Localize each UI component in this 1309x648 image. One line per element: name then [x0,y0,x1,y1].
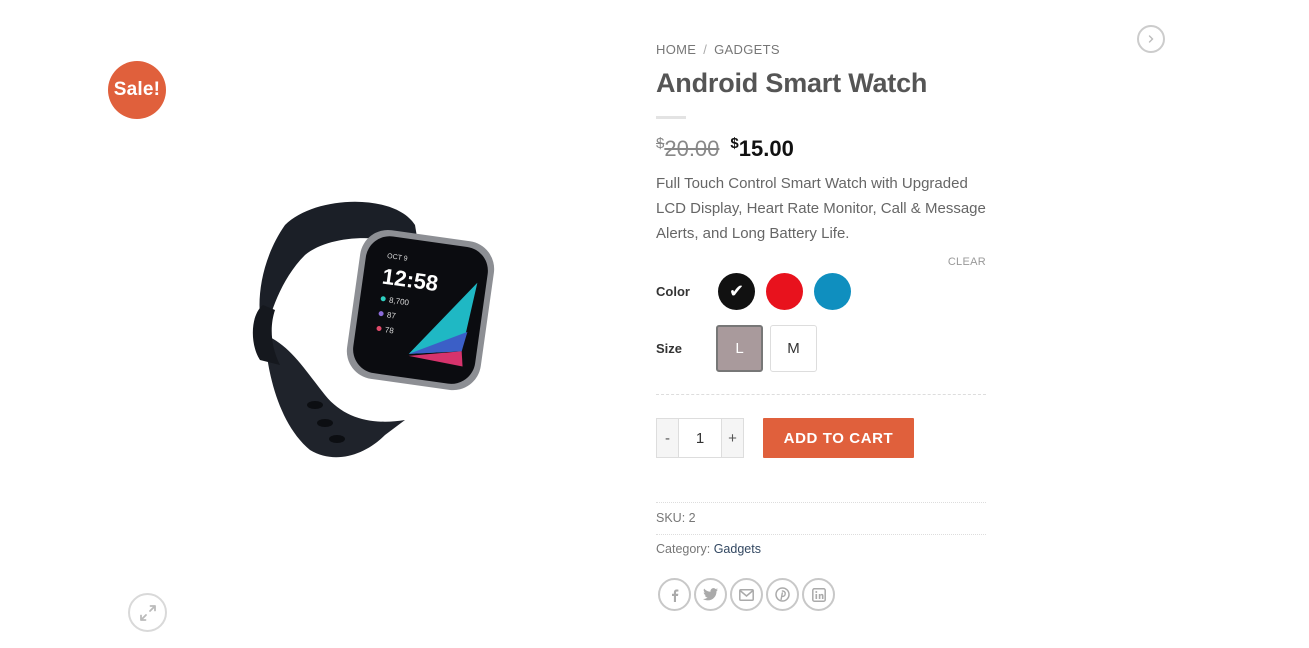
color-swatch-black[interactable]: ✔ [718,273,755,310]
size-option-m[interactable]: M [770,325,817,372]
price: $20.00 $15.00 [656,134,986,168]
category-link[interactable]: Gadgets [714,542,761,556]
share-twitter-button[interactable] [694,578,727,611]
meta-divider [656,534,986,535]
product-image[interactable]: OCT 9 12:58 8,700 87 78 [245,195,505,465]
quantity-stepper: - + [656,418,744,458]
share-email-button[interactable] [730,578,763,611]
watch-heart: 78 [384,325,395,335]
currency-symbol: $ [730,135,739,152]
category-label: Category: [656,542,711,556]
meta-divider [656,502,986,503]
sku: SKU: 2 [656,511,696,525]
linkedin-icon [811,587,826,602]
expand-icon [139,604,156,621]
share-pinterest-button[interactable] [766,578,799,611]
color-swatch-blue[interactable] [814,273,851,310]
color-swatch-red[interactable] [766,273,803,310]
size-option-l[interactable]: L [716,325,763,372]
title-divider [656,116,686,119]
product-title: Android Smart Watch [656,68,928,98]
twitter-icon [703,588,718,601]
facebook-icon [671,589,678,602]
regular-price: $20.00 [656,134,719,164]
product-summary: HOME / GADGETS Android Smart Watch $20.0… [656,38,986,611]
quantity-minus-button[interactable]: - [656,418,679,458]
check-icon: ✔ [728,281,745,301]
color-label: Color [656,284,690,299]
sale-price: $15.00 [730,134,793,164]
sale-price-amount: 15.00 [738,136,794,161]
next-product-button[interactable] [1137,25,1165,53]
zoom-button[interactable] [128,593,167,632]
share-icons [658,578,838,611]
quantity-input[interactable] [679,418,721,458]
category: Category: Gadgets [656,542,761,556]
watch-stat: 87 [386,310,397,320]
pinterest-icon [775,587,790,602]
email-icon [739,588,754,601]
product-gallery: Sale! OCT 9 12:58 8,700 87 78 [100,40,620,640]
breadcrumb-separator: / [703,41,708,57]
product-description: Full Touch Control Smart Watch with Upgr… [656,175,986,242]
chevron-right-icon [1148,35,1154,43]
sku-value: 2 [688,511,696,525]
breadcrumb-home[interactable]: HOME [656,42,696,57]
breadcrumb: HOME / GADGETS [656,38,986,60]
regular-price-amount: 20.00 [664,136,720,161]
clear-variations-link[interactable]: CLEAR [948,256,986,268]
size-label: Size [656,341,683,356]
add-to-cart-button[interactable]: ADD TO CART [763,418,914,458]
share-facebook-button[interactable] [658,578,691,611]
currency-symbol: $ [656,135,665,152]
share-linkedin-button[interactable] [802,578,835,611]
quantity-plus-button[interactable]: + [721,418,744,458]
sku-label: SKU: [656,511,686,525]
variations-divider [656,394,986,395]
sale-badge: Sale! [108,61,166,119]
breadcrumb-category[interactable]: GADGETS [714,42,780,57]
size-variation: Size L M [656,325,824,372]
color-variation: Color ✔ [656,273,862,310]
